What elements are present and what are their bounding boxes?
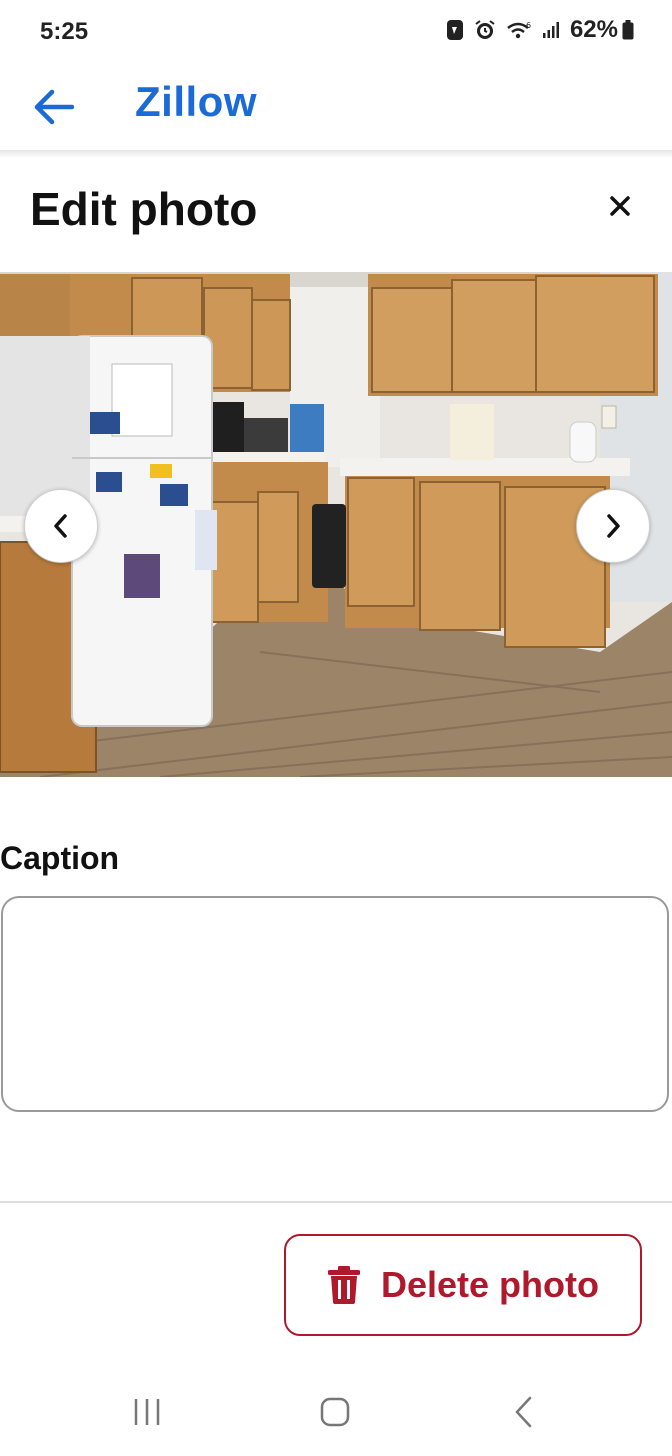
back-button[interactable]: [28, 82, 78, 132]
kitchen-photo: [0, 272, 672, 777]
next-photo-button[interactable]: [576, 489, 650, 563]
home-button[interactable]: [305, 1392, 365, 1432]
close-icon: [610, 196, 630, 216]
whatsapp-icon: [446, 19, 464, 41]
page-title: Edit photo: [30, 183, 258, 235]
edit-photo-screen: 5:25 6 62% Zillow Edit photo Caption Del…: [0, 0, 672, 1456]
system-navigation-bar: [0, 1380, 672, 1456]
battery-icon: [622, 20, 634, 40]
delete-photo-label: Delete photo: [380, 1264, 599, 1305]
home-icon: [320, 1397, 350, 1427]
system-back-icon: [515, 1396, 532, 1428]
chevron-right-icon: [607, 514, 620, 538]
recent-apps-icon: [134, 1399, 160, 1425]
app-bar-divider: [0, 150, 672, 158]
alarm-icon: [474, 19, 496, 41]
footer-divider: [0, 1201, 672, 1203]
trash-icon: [327, 1266, 360, 1304]
delete-photo-button[interactable]: Delete photo: [284, 1234, 642, 1336]
svg-text:6: 6: [526, 21, 531, 30]
status-icons: 6 62%: [446, 16, 634, 44]
system-back-button[interactable]: [494, 1392, 554, 1432]
status-time: 5:25: [40, 18, 89, 45]
status-bar: 5:25 6 62%: [0, 0, 672, 64]
previous-photo-button[interactable]: [24, 489, 98, 563]
app-title: Zillow: [135, 78, 257, 125]
caption-input[interactable]: [1, 896, 669, 1112]
arrow-left-icon: [34, 89, 74, 125]
caption-label: Caption: [0, 840, 120, 876]
app-bar: Zillow: [0, 64, 672, 154]
recent-apps-button[interactable]: [117, 1392, 177, 1432]
listing-photo: [0, 272, 672, 777]
battery-percent: 62%: [569, 16, 618, 43]
close-button[interactable]: [598, 184, 642, 228]
wifi-icon: 6: [506, 20, 532, 40]
signal-icon: [542, 21, 560, 39]
chevron-left-icon: [54, 514, 67, 538]
